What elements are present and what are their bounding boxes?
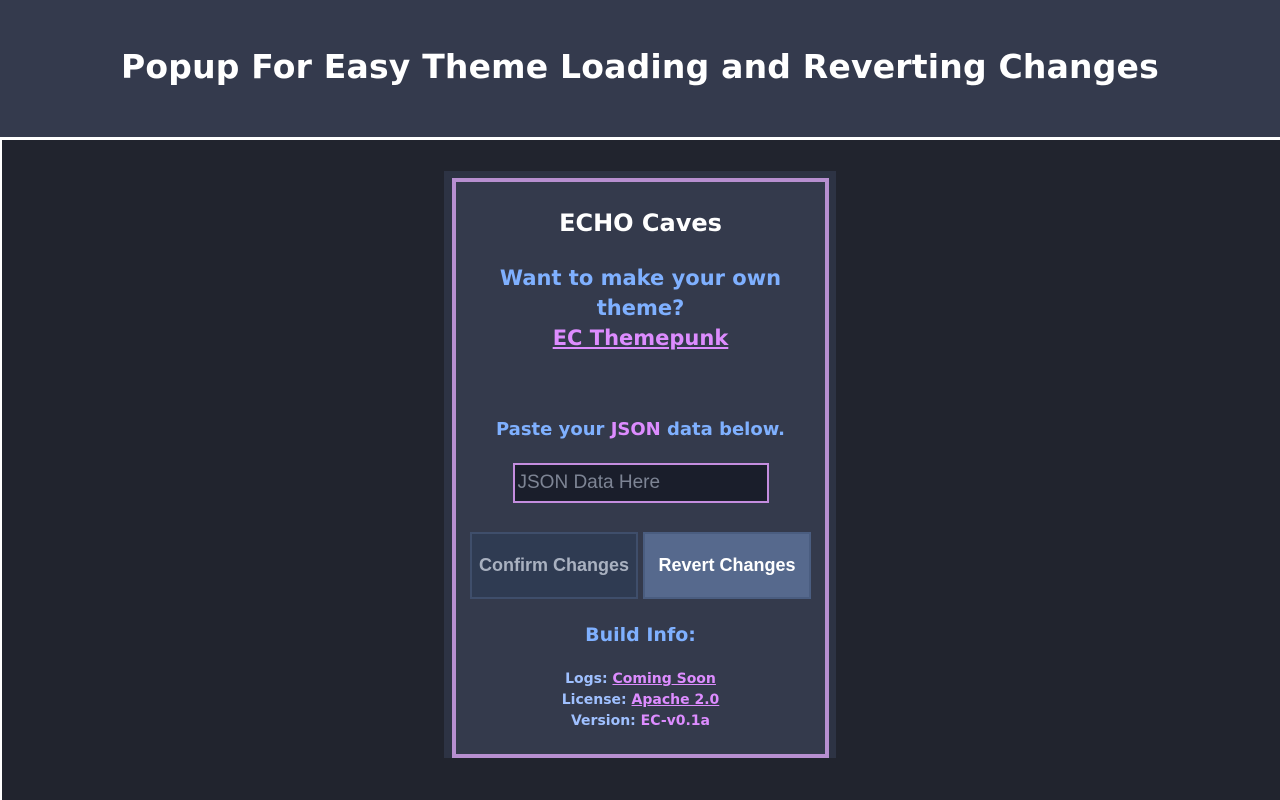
revert-changes-button[interactable]: Revert Changes — [643, 532, 811, 599]
logs-link[interactable]: Coming Soon — [612, 671, 715, 687]
banner-title: Popup For Easy Theme Loading and Reverti… — [121, 47, 1159, 86]
license-label: License: — [561, 692, 627, 708]
logs-label: Logs: — [565, 671, 608, 687]
paste-suffix: data below. — [667, 419, 786, 440]
paste-prefix: Paste your — [495, 419, 605, 440]
promo-block: Want to make your own theme? EC Themepun… — [456, 263, 825, 353]
confirm-changes-button[interactable]: Confirm Changes — [470, 532, 638, 599]
version-row: Version: EC-v0.1a — [456, 711, 825, 732]
json-data-input[interactable] — [512, 463, 769, 503]
license-row: License: Apache 2.0 — [456, 690, 825, 711]
preview-stage: ECHO Caves Want to make your own theme? … — [2, 140, 1280, 800]
promo-text: Want to make your own theme? — [499, 266, 782, 320]
popup-title: ECHO Caves — [559, 209, 722, 237]
build-info: Logs: Coming Soon License: Apache 2.0 Ve… — [456, 669, 825, 732]
version-label: Version: — [570, 713, 636, 729]
license-link[interactable]: Apache 2.0 — [632, 692, 720, 708]
themepunk-link[interactable]: EC Themepunk — [553, 326, 729, 350]
paste-json-highlight: JSON — [610, 419, 661, 440]
action-buttons: Confirm Changes Revert Changes — [456, 532, 825, 599]
extension-popup: ECHO Caves Want to make your own theme? … — [452, 178, 829, 758]
paste-instructions: Paste your JSON data below. — [456, 417, 825, 443]
build-info-title: Build Info: — [585, 624, 696, 646]
version-value: EC-v0.1a — [640, 713, 710, 729]
page-banner: Popup For Easy Theme Loading and Reverti… — [0, 0, 1280, 137]
popup-frame: ECHO Caves Want to make your own theme? … — [444, 171, 836, 758]
logs-row: Logs: Coming Soon — [456, 669, 825, 690]
